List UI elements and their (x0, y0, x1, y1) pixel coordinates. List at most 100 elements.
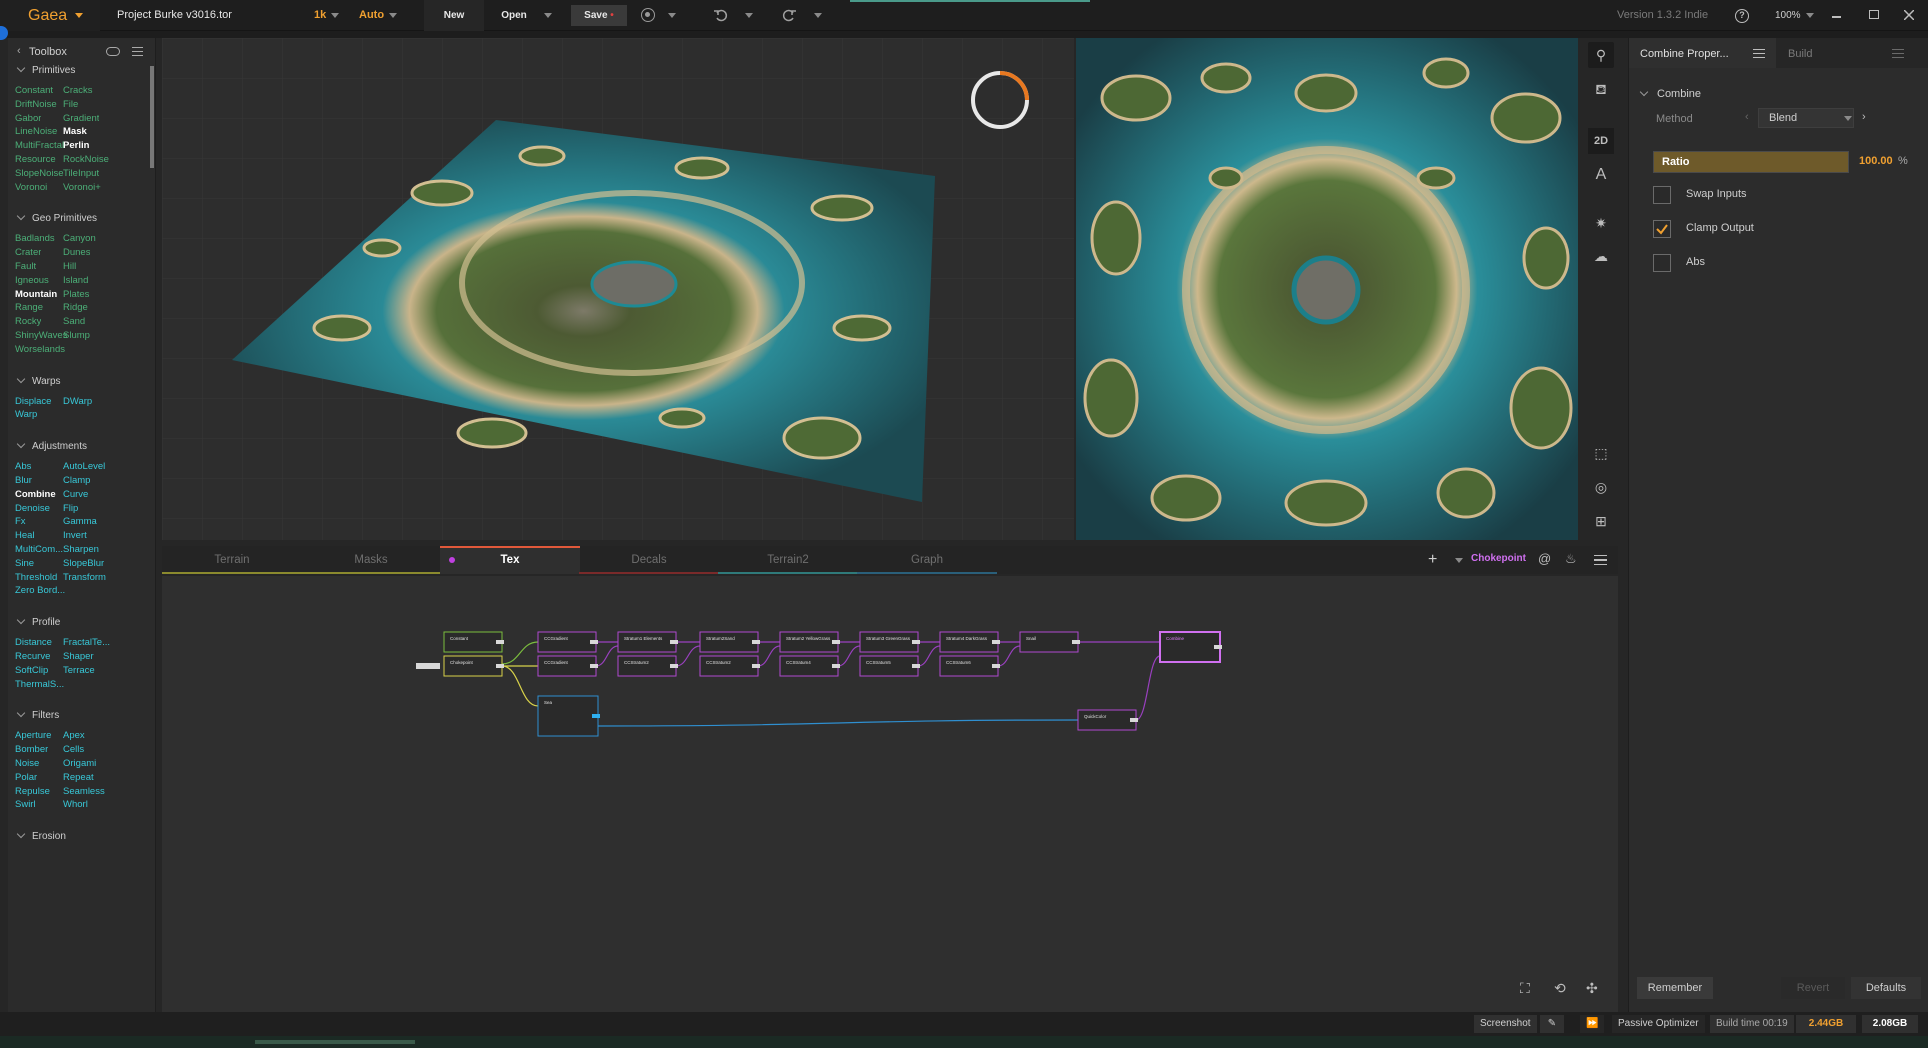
pen-icon[interactable]: ✎ (1540, 1015, 1564, 1033)
passive-optimizer-label[interactable]: Passive Optimizer (1612, 1015, 1705, 1033)
node-output-port[interactable] (992, 640, 1000, 644)
toolbox-node-item[interactable]: Sine (15, 558, 34, 569)
viewport-2d[interactable] (1076, 38, 1578, 540)
toolbox-node-item[interactable]: Clamp (63, 475, 90, 486)
toolbox-node-item[interactable]: Voronoi+ (63, 182, 101, 193)
toolbox-node-item[interactable]: SlopeBlur (63, 558, 104, 569)
build-menu-icon[interactable] (1892, 49, 1904, 58)
toolbox-node-item[interactable]: Whorl (63, 799, 88, 810)
toolbox-node-item[interactable]: Igneous (15, 275, 49, 286)
graph-node[interactable]: Stratum2Sand (699, 631, 760, 653)
screenshot-button[interactable]: Screenshot (1474, 1015, 1537, 1033)
graph-tab[interactable]: Graph (857, 546, 997, 574)
save-options-icon[interactable] (641, 8, 655, 22)
graph-node-body[interactable] (939, 631, 999, 653)
checkbox-label[interactable]: Clamp Output (1686, 222, 1754, 234)
graph-node[interactable]: CCStratum2 (699, 655, 760, 677)
toolbox-node-item[interactable]: Invert (63, 530, 87, 541)
revert-button[interactable]: Revert (1781, 977, 1845, 999)
graph-node[interactable]: CCGradient (537, 631, 598, 653)
toolbox-section-header[interactable]: Filters (16, 709, 59, 721)
toolbox-node-item[interactable]: SlopeNoise (15, 168, 64, 179)
graph-node[interactable]: QuickColor (1077, 709, 1138, 731)
properties-tab[interactable]: Combine Proper... (1629, 38, 1776, 68)
undo-icon[interactable] (713, 7, 729, 23)
method-dropdown[interactable]: Blend (1758, 108, 1854, 128)
toolbox-section-header[interactable]: Adjustments (16, 439, 87, 452)
app-logo[interactable]: Gaea (28, 0, 67, 31)
toolbox-node-item[interactable]: Warp (15, 409, 37, 420)
graph-node-body[interactable] (617, 655, 677, 677)
toolbox-node-item[interactable]: FractalTe... (63, 637, 110, 648)
toolbox-node-item[interactable]: Constant (15, 85, 53, 96)
minimize-icon[interactable] (1832, 16, 1841, 18)
toolbox-node-item[interactable]: Origami (63, 758, 96, 769)
graph-node[interactable]: Stratum3 GreenGrass (859, 631, 920, 653)
graph-node[interactable]: CCStratum4 (779, 655, 840, 677)
viewport-3d[interactable] (162, 38, 1074, 540)
graph-node[interactable]: Snail (1019, 631, 1080, 653)
toolbox-section-header[interactable]: Warps (16, 374, 61, 387)
checkbox-label[interactable]: Swap Inputs (1686, 188, 1747, 200)
checkbox-2[interactable] (1653, 254, 1671, 272)
graph-node-body[interactable] (537, 631, 597, 653)
node-output-port[interactable] (832, 640, 840, 644)
toolbox-node-item[interactable]: Ridge (63, 302, 88, 313)
toolbox-node-item[interactable]: Gabor (15, 113, 41, 124)
open-chevron-down-icon[interactable] (544, 13, 552, 18)
toolbox-node-item[interactable]: DWarp (63, 396, 92, 407)
graph-node-body[interactable] (617, 631, 677, 653)
redo-chevron-down-icon[interactable] (814, 13, 822, 18)
toolbox-node-item[interactable]: Hill (63, 261, 76, 272)
toolbox-section-header[interactable]: Primitives (16, 63, 75, 76)
toolbox-node-item[interactable]: ThermalS... (15, 679, 64, 690)
mode-dropdown[interactable]: Auto (359, 0, 398, 31)
toolbox-node-item[interactable]: Apex (63, 730, 85, 741)
graph-node[interactable]: CCStratum2 (617, 655, 678, 677)
toolbox-node-item[interactable]: Range (15, 302, 43, 313)
node-output-port[interactable] (1214, 645, 1222, 649)
graph-node-body[interactable] (779, 655, 839, 677)
node-output-port[interactable] (670, 640, 678, 644)
build-tab[interactable]: Build (1788, 48, 1812, 60)
toolbox-node-item[interactable]: Mountain (15, 289, 57, 300)
combine-group-header[interactable]: Combine (1639, 87, 1701, 100)
properties-menu-icon[interactable] (1753, 49, 1765, 58)
toolbox-node-item[interactable]: Sand (63, 316, 85, 327)
toolbox-node-item[interactable]: Shaper (63, 651, 94, 662)
collapse-toolbox-icon[interactable]: ‹ (17, 45, 21, 57)
graph-node-body[interactable] (939, 655, 999, 677)
graph-node[interactable]: Stratum1 Elements (617, 631, 678, 653)
toolbox-node-item[interactable]: Threshold (15, 572, 57, 583)
toolbox-node-item[interactable]: MultiCom... (15, 544, 63, 555)
graph-node[interactable]: Constant (443, 631, 504, 653)
ratio-slider[interactable]: Ratio (1653, 151, 1849, 173)
graph-menu-icon[interactable] (1594, 555, 1607, 565)
toolbox-node-item[interactable]: Displace (15, 396, 51, 407)
toolbox-node-item[interactable]: Aperture (15, 730, 51, 741)
node-output-port[interactable] (496, 664, 504, 668)
node-output-port[interactable] (670, 664, 678, 668)
toolbox-node-item[interactable]: LineNoise (15, 126, 57, 137)
open-button[interactable]: Open (490, 0, 538, 31)
node-output-port[interactable] (590, 640, 598, 644)
auto-arrange-icon[interactable]: ✣ (1586, 980, 1598, 997)
node-output-port[interactable] (1130, 718, 1138, 722)
toolbox-node-item[interactable]: Recurve (15, 651, 50, 662)
toolbox-node-item[interactable]: Transform (63, 572, 106, 583)
app-menu-chevron-icon[interactable] (75, 13, 83, 18)
toolbox-node-item[interactable]: Seamless (63, 786, 105, 797)
add-tab-chevron-icon[interactable] (1455, 558, 1463, 563)
node-output-port[interactable] (496, 640, 504, 644)
graph-node[interactable]: Sea (537, 695, 600, 737)
graph-node-body[interactable] (443, 631, 503, 653)
graph-tab[interactable]: Decals (579, 546, 719, 574)
toolbox-node-item[interactable]: Polar (15, 772, 37, 783)
redo-icon[interactable] (781, 7, 797, 23)
toolbox-node-item[interactable]: Gradient (63, 113, 99, 124)
remember-button[interactable]: Remember (1637, 977, 1713, 999)
graph-tab[interactable]: Masks (301, 546, 441, 574)
graph-node[interactable]: CCStratum6 (939, 655, 1000, 677)
node-output-port[interactable] (912, 664, 920, 668)
graph-node-body[interactable] (537, 655, 597, 677)
